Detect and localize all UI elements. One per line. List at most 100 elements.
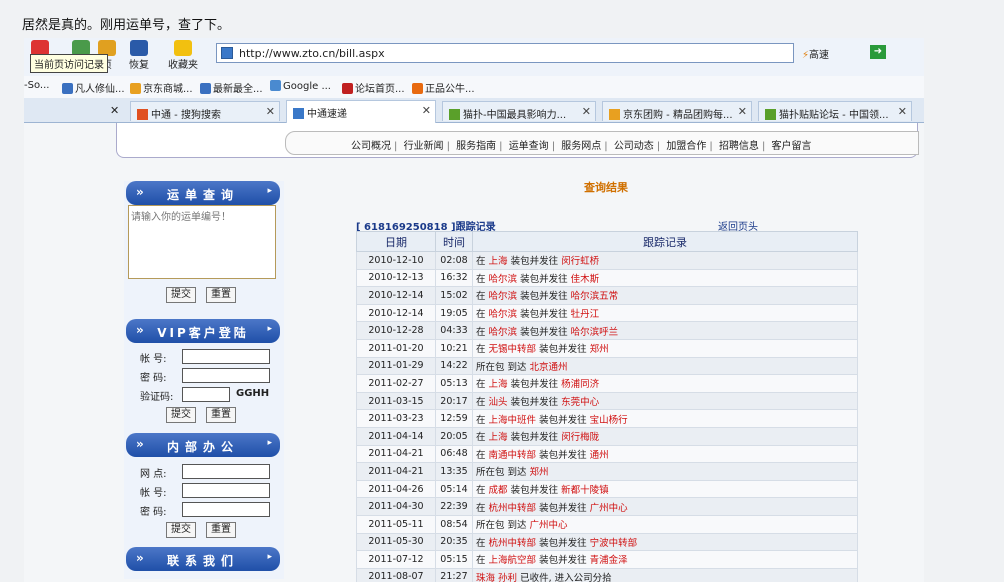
bookmark-item[interactable]: 最新最全... — [200, 80, 263, 95]
date-cell: 2011-03-23 — [356, 409, 436, 428]
close-icon[interactable]: ✕ — [422, 104, 431, 117]
restore-button[interactable]: 恢复 — [124, 40, 154, 74]
favorites-button[interactable]: 收藏夹 — [166, 40, 200, 74]
office-site-input[interactable] — [182, 464, 270, 479]
office-submit-button[interactable]: 提交 — [166, 522, 196, 538]
site-header: 公司概况 | 行业新闻 | 服务指南 | 运单查询 | 服务网点 | 公司动态 | 加盟合作… — [116, 123, 919, 158]
close-icon[interactable]: ✕ — [266, 105, 275, 118]
nav-item[interactable]: 服务网点 — [558, 141, 604, 152]
waybill-query-header: » 运单查询 ▸ — [126, 181, 280, 205]
date-cell: 2011-07-12 — [356, 550, 436, 569]
place-name: 哈尔滨 — [488, 291, 518, 303]
vip-account-input[interactable] — [182, 349, 270, 364]
close-icon[interactable]: ✕ — [582, 105, 591, 118]
table-row: 2011-07-12 05:15 在 上海航空部 装包并发往 青浦金泽 — [356, 550, 858, 569]
record-action: 装包并发往 — [536, 449, 590, 461]
browser-screenshot: 页 恢复 收藏夹 当前页访问记录 http://www.zto.cn/bill.… — [24, 38, 924, 582]
tab-mop[interactable]: 猫扑-中国最具影响力... ✕ — [442, 101, 596, 121]
time-cell: 16:32 — [435, 268, 473, 288]
bookmarks-bar: -So... 凡人修仙... 京东商城... 最新最全... Google ..… — [24, 76, 924, 99]
bookmark-item[interactable]: 正品公牛... — [412, 80, 475, 95]
office-account-input[interactable] — [182, 483, 270, 498]
bookmark-item[interactable]: 论坛首页... — [342, 80, 405, 95]
record-cell: 在 上海 装包并发往 闵行虹桥 — [472, 251, 858, 270]
tab-sogou[interactable]: 中通 - 搜狗搜索 ✕ — [130, 101, 280, 121]
table-row: 2011-03-23 12:59 在 上海中班件 装包并发往 宝山杨行 — [356, 409, 858, 428]
date-cell: 2011-04-21 — [356, 444, 436, 464]
close-icon[interactable]: ✕ — [738, 105, 747, 118]
bookmark-icon — [62, 83, 73, 94]
nav-item[interactable]: 公司概况 — [348, 141, 394, 152]
go-button[interactable]: ➜ — [870, 45, 886, 59]
record-action: 装包并发往 — [507, 397, 562, 409]
nav-item[interactable]: 运单查询 — [506, 141, 552, 152]
tab-icon — [609, 109, 620, 120]
arrow-right-icon: ➜ — [873, 46, 883, 57]
nav-item[interactable]: 客户留言 — [769, 141, 815, 152]
record-cell: 在 上海 装包并发往 闵行梅陇 — [472, 426, 858, 446]
time-cell: 13:35 — [435, 462, 473, 481]
office-reset-button[interactable]: 重置 — [206, 522, 236, 538]
waybill-submit-button[interactable]: 提交 — [166, 287, 196, 303]
lightning-icon: ⚡ — [802, 50, 810, 61]
table-row: 2011-04-21 06:48 在 南通中转部 装包并发往 通州 — [356, 444, 858, 464]
record-prefix: 所在包 到达 — [476, 467, 530, 479]
record-action: 装包并发往 — [507, 379, 562, 391]
record-cell: 在 无锡中转部 装包并发往 郑州 — [472, 338, 858, 358]
place-name: 东莞中心 — [561, 397, 600, 409]
close-icon[interactable]: ✕ — [898, 105, 907, 118]
nav-item[interactable]: 公司动态 — [611, 141, 657, 152]
time-cell: 04:33 — [435, 321, 473, 340]
date-cell: 2011-01-29 — [356, 356, 436, 376]
address-bar[interactable]: http://www.zto.cn/bill.aspx — [216, 43, 794, 63]
record-cell: 在 上海航空部 装包并发往 青浦金泽 — [472, 550, 858, 569]
record-prefix: 在 — [476, 485, 489, 497]
account-label: 帐 号: — [140, 354, 167, 365]
record-action: 装包并发往 — [536, 537, 590, 549]
bookmark-item[interactable]: -So... — [24, 80, 49, 91]
bookmark-icon — [130, 83, 141, 94]
table-row: 2011-05-30 20:35 在 杭州中转部 装包并发往 宁波中转部 — [356, 532, 858, 552]
panel-title: 运单查询 — [166, 188, 239, 202]
nav-item[interactable]: 加盟合作 — [663, 141, 709, 152]
table-row: 2010-12-14 15:02 在 哈尔滨 装包并发往 哈尔滨五常 — [356, 286, 858, 305]
column-header-record: 跟踪记录 — [472, 231, 858, 252]
table-row: 2011-08-07 21:27 珠海 孙利 已收件, 进入公司分拾 — [356, 567, 858, 582]
bookmark-label: 最新最全... — [213, 84, 263, 95]
place-name: 通州 — [589, 449, 609, 461]
table-row: 2011-04-14 20:05 在 上海 装包并发往 闵行梅陇 — [356, 426, 858, 446]
vip-submit-button[interactable]: 提交 — [166, 407, 196, 423]
tab-zto[interactable]: 中通速递 ✕ — [286, 100, 436, 123]
captcha-input[interactable] — [182, 387, 230, 402]
record-cell: 所在包 到达 郑州 — [472, 462, 858, 481]
waybill-reset-button[interactable]: 重置 — [206, 287, 236, 303]
speed-toggle[interactable]: ⚡高速 — [802, 46, 829, 61]
table-header-row: 日期 时间 跟踪记录 — [356, 231, 858, 252]
nav-item[interactable]: 招聘信息 — [716, 141, 762, 152]
place-name: 哈尔滨 — [488, 326, 518, 338]
nav-item[interactable]: 行业新闻 — [401, 141, 447, 152]
tab-jd[interactable]: 京东团购 - 精品团购每... ✕ — [602, 101, 752, 121]
date-cell: 2011-04-21 — [356, 462, 436, 481]
triangle-icon: ▸ — [267, 438, 272, 448]
contact-header[interactable]: » 联系我们 ▸ — [126, 547, 280, 571]
bookmark-item[interactable]: 凡人修仙... — [62, 80, 125, 95]
time-cell: 05:13 — [435, 374, 473, 393]
vip-password-input[interactable] — [182, 368, 270, 383]
bookmark-item[interactable]: 京东商城... — [130, 80, 193, 95]
record-prefix: 在 — [476, 344, 489, 356]
bookmark-item[interactable]: Google ... — [270, 80, 331, 92]
record-prefix: 在 — [476, 502, 489, 514]
triangle-icon: ▸ — [267, 552, 272, 562]
place-name: 哈尔滨 — [488, 273, 518, 285]
close-icon[interactable]: ✕ — [110, 104, 119, 117]
nav-item[interactable]: 服务指南 — [453, 141, 499, 152]
record-cell: 在 上海中班件 装包并发往 宝山杨行 — [472, 409, 858, 428]
undo-icon — [130, 40, 148, 56]
captcha-image[interactable]: GGHH — [236, 388, 269, 399]
record-action: 装包并发往 — [517, 326, 571, 338]
office-password-input[interactable] — [182, 502, 270, 517]
vip-reset-button[interactable]: 重置 — [206, 407, 236, 423]
waybill-input[interactable] — [128, 205, 276, 279]
tab-mop-forum[interactable]: 猫扑贴贴论坛 - 中国领... ✕ — [758, 101, 912, 121]
